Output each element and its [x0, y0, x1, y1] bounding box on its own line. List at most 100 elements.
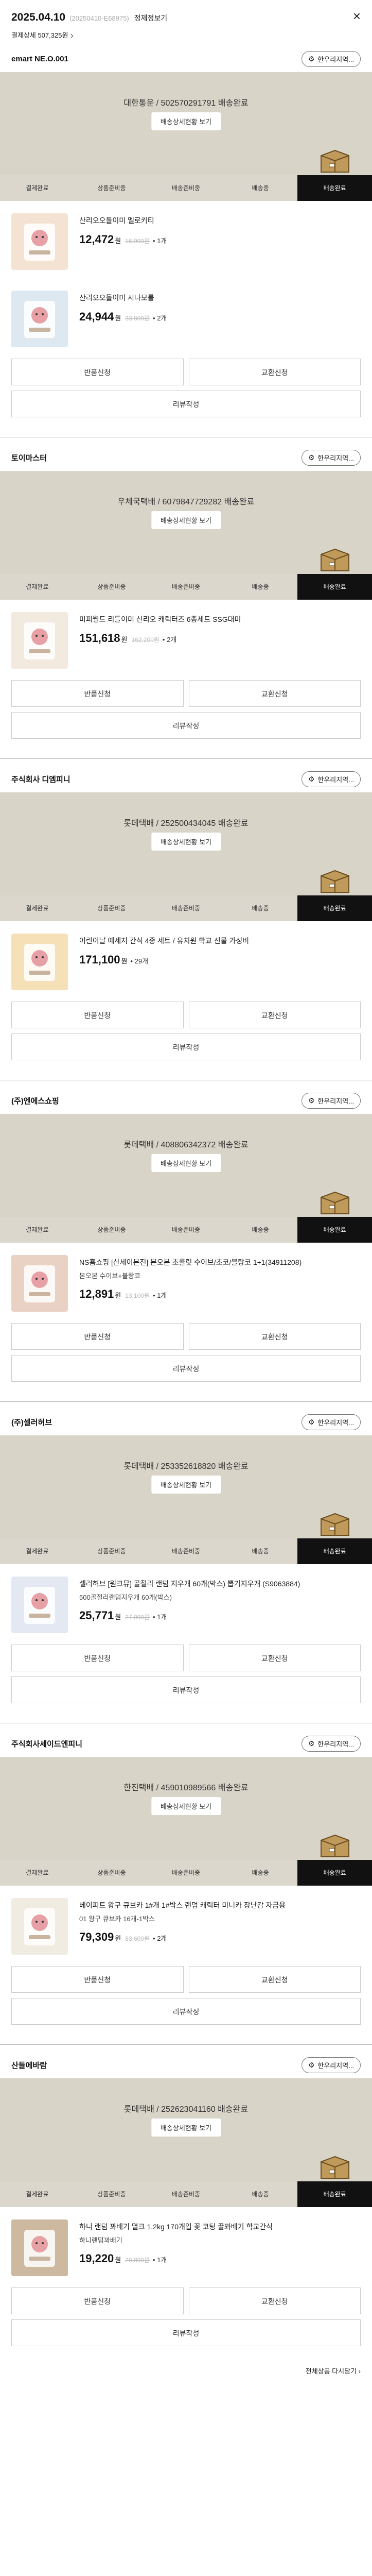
action-row: 반품신청 교환신청: [11, 2287, 361, 2314]
gear-icon: ⚙: [308, 55, 315, 63]
product-price: 151,618: [79, 632, 120, 645]
seller-name[interactable]: emart NE.O.001: [11, 55, 68, 63]
order-header: 2025.04.10 (20250410-E68975) 정제정보기 × 결제상…: [0, 0, 372, 46]
return-request-button[interactable]: 반품신청: [11, 1645, 184, 1671]
stage-step: 결제완료: [0, 895, 75, 921]
stage-delivered: 배송완료: [297, 1191, 372, 1243]
seller-contact-button[interactable]: ⚙ 한우리지역...: [301, 1414, 361, 1430]
exchange-request-button[interactable]: 교환신청: [188, 1002, 361, 1028]
return-request-button[interactable]: 반품신청: [11, 680, 184, 707]
return-request-button[interactable]: 반품신청: [11, 2287, 184, 2314]
close-icon[interactable]: ×: [353, 9, 361, 23]
product-image[interactable]: [11, 213, 68, 270]
product-item[interactable]: 산리오오돌이미 시나모롤 24,944 원 33,800원 • 2개: [0, 278, 372, 355]
seller-contact-button[interactable]: ⚙ 한우리지역...: [301, 1093, 361, 1109]
action-row: 반품신청 교환신청: [11, 1966, 361, 1993]
product-item[interactable]: 어린이날 예세지 간식 4종 세트 / 유치원 학교 선물 가성비 171,100…: [0, 921, 372, 998]
seller-name[interactable]: (주)엔에스쇼핑: [11, 1095, 59, 1106]
seller-name[interactable]: 주식회사세이드엔피니: [11, 1738, 82, 1749]
action-row: 반품신청 교환신청: [11, 680, 361, 707]
original-price: 162,200원: [131, 636, 160, 643]
product-item[interactable]: 셀러허브 [원크뮤] 골절리 랜덤 지우개 60개(박스) 뽑기지우개 (S90…: [0, 1564, 372, 1641]
delivery-tracking-text: 롯데택배 / 252500434045 배송완료: [123, 819, 249, 828]
return-request-button[interactable]: 반품신청: [11, 1002, 184, 1028]
gear-icon: ⚙: [308, 453, 315, 462]
product-image[interactable]: [11, 1255, 68, 1312]
exchange-request-button[interactable]: 교환신청: [188, 1966, 361, 1993]
exchange-request-button[interactable]: 교환신청: [188, 1323, 361, 1350]
seller-name[interactable]: 산들에바람: [11, 2060, 47, 2071]
write-review-button[interactable]: 리뷰작성: [11, 1676, 361, 1703]
seller-name[interactable]: 주식회사 디엠피니: [11, 774, 70, 785]
write-review-button[interactable]: 리뷰작성: [11, 1998, 361, 2025]
product-title[interactable]: 산리오오돌이미 멜로키티: [79, 215, 167, 226]
seller-contact-label: 한우리지역...: [317, 1419, 354, 1427]
exchange-request-button[interactable]: 교환신청: [188, 1645, 361, 1671]
delivery-detail-button[interactable]: 배송상세현황 보기: [151, 112, 221, 130]
product-title[interactable]: 하니 랜덤 꽈배기 멸크 1.2kg 170개입 꽃 코팅 꿀꽈배기 학교간식: [79, 2222, 273, 2232]
product-title[interactable]: NS홈쇼핑 [산세이본진] 본오본 초콜릿 수이브/초코/블랑코 1+1(349…: [79, 1257, 302, 1267]
exchange-request-button[interactable]: 교환신청: [188, 2287, 361, 2314]
product-item[interactable]: 산리오오돌이미 멜로키티 12,472 원 16,900원 • 1개: [0, 201, 372, 278]
delivery-detail-button[interactable]: 배송상세현황 보기: [151, 511, 221, 529]
stage-label: 배송준비중: [171, 1548, 201, 1555]
product-image[interactable]: [11, 1577, 68, 1633]
product-image[interactable]: [11, 2219, 68, 2276]
seller-section: 토이마스터 ⚙ 한우리지역... 우체국택배 / 6079847729282 배송완료…: [0, 445, 372, 759]
stage-step: 결제완료: [0, 175, 75, 201]
write-review-button[interactable]: 리뷰작성: [11, 2319, 361, 2346]
product-image[interactable]: [11, 291, 68, 347]
delivery-detail-button[interactable]: 배송상세현황 보기: [151, 833, 221, 851]
product-title[interactable]: 산리오오돌이미 시나모롤: [79, 293, 167, 303]
delivery-detail-button[interactable]: 배송상세현황 보기: [151, 1797, 221, 1815]
product-title[interactable]: 어린이날 예세지 간식 4종 세트 / 유치원 학교 선물 가성비: [79, 936, 249, 946]
seller-name[interactable]: 토이마스터: [11, 452, 47, 463]
exchange-request-button[interactable]: 교환신청: [188, 680, 361, 707]
delivery-detail-button[interactable]: 배송상세현황 보기: [151, 1154, 221, 1172]
return-request-button[interactable]: 반품신청: [11, 359, 184, 385]
seller-header: 토이마스터 ⚙ 한우리지역...: [0, 445, 372, 471]
section-divider: [0, 758, 372, 759]
payment-detail-link[interactable]: 결제상세 507,325원: [11, 30, 361, 46]
seller-contact-button[interactable]: ⚙ 한우리지역...: [301, 1736, 361, 1752]
product-item[interactable]: 미피월드 리틀이미 산리오 캐릭터즈 6종세트 SSG대미 151,618 원 162…: [0, 600, 372, 677]
product-image[interactable]: [11, 934, 68, 990]
gear-icon: ⚙: [308, 2061, 315, 2069]
delivery-detail-button[interactable]: 배송상세현황 보기: [151, 1476, 221, 1494]
order-detail-link[interactable]: 정제정보기: [134, 13, 167, 23]
write-review-button[interactable]: 리뷰작성: [11, 712, 361, 739]
seller-contact-button[interactable]: ⚙ 한우리지역...: [301, 2057, 361, 2073]
product-item[interactable]: 하니 랜덤 꽈배기 멸크 1.2kg 170개입 꽃 코팅 꿀꽈배기 학교간식 하…: [0, 2207, 372, 2284]
order-number: (20250410-E68975): [69, 14, 129, 22]
exchange-request-button[interactable]: 교환신청: [188, 359, 361, 385]
seller-contact-button[interactable]: ⚙ 한우리지역...: [301, 771, 361, 787]
action-row: 리뷰작성: [11, 1998, 361, 2025]
stage-step: 배송준비중: [149, 574, 223, 600]
stage-delivered: 배송완료: [297, 2156, 372, 2207]
section-divider: [0, 1401, 372, 1402]
currency-unit: 원: [115, 1292, 121, 1299]
write-review-button[interactable]: 리뷰작성: [11, 1033, 361, 1060]
delivery-detail-button[interactable]: 배송상세현황 보기: [151, 2119, 221, 2137]
seller-header: 주식회사세이드엔피니 ⚙ 한우리지역...: [0, 1731, 372, 1757]
product-info: NS홈쇼핑 [산세이본진] 본오본 초콜릿 수이브/초코/블랑코 1+1(349…: [79, 1255, 302, 1312]
product-title[interactable]: 미피월드 리틀이미 산리오 캐릭터즈 6종세트 SSG대미: [79, 614, 241, 624]
stage-step: 배송준비중: [149, 1860, 223, 1886]
product-image[interactable]: [11, 1898, 68, 1955]
product-title[interactable]: 셀러허브 [원크뮤] 골절리 랜덤 지우개 60개(박스) 뽑기지우개 (S90…: [79, 1579, 300, 1589]
product-image[interactable]: [11, 612, 68, 669]
product-item[interactable]: NS홈쇼핑 [산세이본진] 본오본 초콜릿 수이브/초코/블랑코 1+1(349…: [0, 1243, 372, 1320]
product-title[interactable]: 베이피트 왕구 큐브카 1#개 1#박스 랜덤 캐릭터 미니카 장난감 자금용: [79, 1900, 286, 1910]
seller-contact-button[interactable]: ⚙ 한우리지역...: [301, 51, 361, 67]
reorder-all-button[interactable]: 전체상품 다시담기 ›: [0, 2360, 372, 2386]
return-request-button[interactable]: 반품신청: [11, 1966, 184, 1993]
seller-contact-button[interactable]: ⚙ 한우리지역...: [301, 450, 361, 466]
return-request-button[interactable]: 반품신청: [11, 1323, 184, 1350]
write-review-button[interactable]: 리뷰작성: [11, 391, 361, 417]
stage-label: 상품준비중: [97, 1548, 126, 1555]
original-price: 20,890원: [125, 2257, 150, 2264]
seller-name[interactable]: (주)셀러허브: [11, 1417, 52, 1428]
write-review-button[interactable]: 리뷰작성: [11, 1355, 361, 1382]
product-item[interactable]: 베이피트 왕구 큐브카 1#개 1#박스 랜덤 캐릭터 미니카 장난감 자금용 0…: [0, 1886, 372, 1963]
order-actions: 반품신청 교환신청리뷰작성: [0, 998, 372, 1074]
